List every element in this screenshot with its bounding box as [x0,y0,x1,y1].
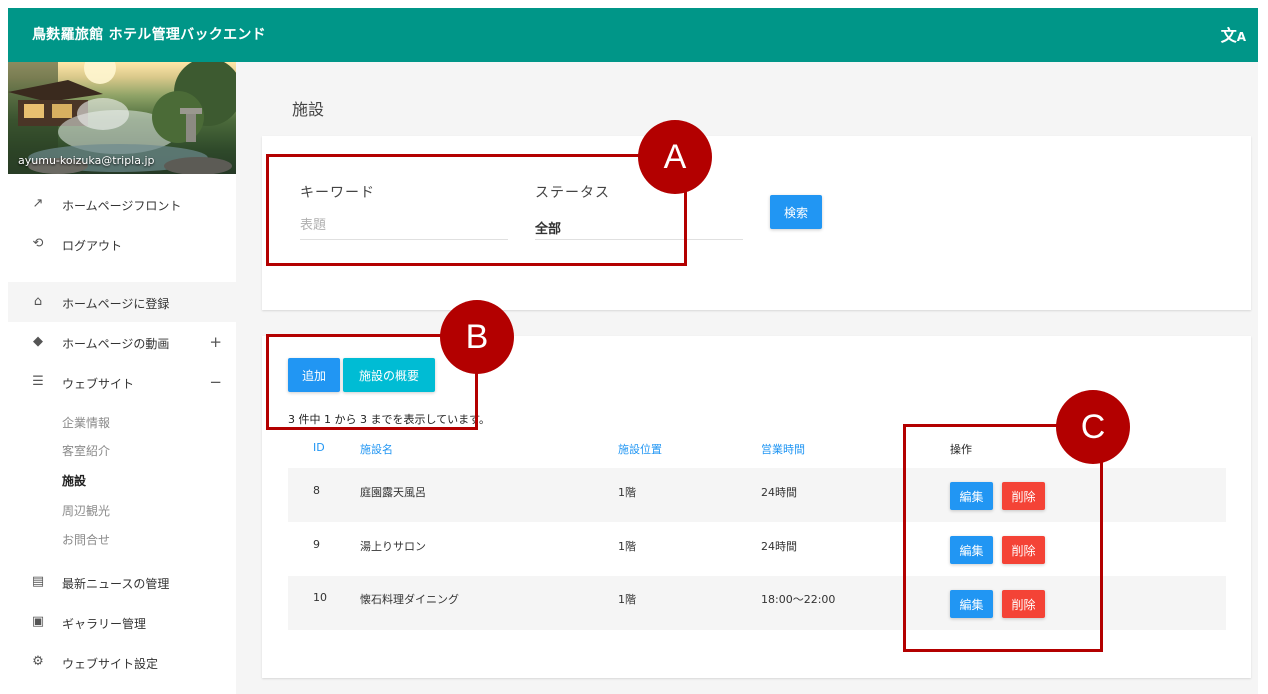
layers-icon: ◆ [33,334,43,349]
image-icon: ▣ [31,614,45,629]
nav-gallery[interactable]: ▣ ギャラリー管理 [8,602,236,642]
cell-name: 湯上りサロン [360,540,426,553]
nav-label: ホームページフロント [62,199,182,213]
cell-id: 10 [313,591,327,604]
nav-label: ログアウト [62,239,123,253]
cell-location: 1階 [618,593,636,606]
cell-id: 8 [313,484,320,497]
nav-homepage-register[interactable]: ⌂ ホームページに登録 [8,282,236,322]
subnav-facilities[interactable]: 施設 [62,472,86,489]
subnav-company[interactable]: 企業情報 [62,414,110,431]
nav-news[interactable]: ▤ 最新ニュースの管理 [8,562,236,602]
external-link-icon: ↗ [32,196,44,211]
column-header-location[interactable]: 施設位置 [618,441,662,457]
nav-label: ホームページの動画 [62,337,170,351]
cell-hours: 24時間 [761,540,797,553]
user-email: ayumu-koizuka@tripla.jp [18,154,155,167]
cell-hours: 24時間 [761,486,797,499]
nav-homepage-video[interactable]: ◆ ホームページの動画 + [8,322,236,362]
callout-badge-c: C [1056,390,1130,464]
news-icon: ▤ [31,574,45,589]
cell-hours: 18:00〜22:00 [761,593,836,606]
nav-label: ギャラリー管理 [62,617,147,631]
callout-badge-b: B [440,300,514,374]
history-icon: ⟲ [32,236,44,251]
subnav-contact[interactable]: お問合せ [62,531,110,548]
nav-logout[interactable]: ⟲ ログアウト [8,224,236,264]
cell-name: 懐石料理ダイニング [360,593,459,606]
subnav-rooms[interactable]: 客室紹介 [62,442,110,459]
cell-name: 庭園露天風呂 [360,486,426,499]
nav-label: ホームページに登録 [62,297,170,311]
app-window: 鳥麩羅旅館 ホテル管理バックエンド 文A ayumu-koizuka@tripl… [8,8,1258,694]
collapse-icon[interactable]: − [209,373,222,391]
list-icon: ☰ [32,374,44,389]
cell-location: 1階 [618,486,636,499]
gear-icon: ⚙ [32,654,44,669]
sidebar: ayumu-koizuka@tripla.jp ↗ ホームページフロント ⟲ ロ… [8,62,236,694]
home-icon: ⌂ [33,294,43,309]
profile-banner: ayumu-koizuka@tripla.jp [8,62,236,174]
callout-badge-a: A [638,120,712,194]
subnav-sightseeing[interactable]: 周辺観光 [62,502,110,519]
page-title: 施設 [292,100,325,119]
top-bar: 鳥麩羅旅館 ホテル管理バックエンド 文A [8,8,1258,62]
nav-label: ウェブサイト設定 [62,657,159,671]
nav-website-settings[interactable]: ⚙ ウェブサイト設定 [8,642,236,682]
app-title: 鳥麩羅旅館 ホテル管理バックエンド [32,27,266,43]
cell-location: 1階 [618,540,636,553]
column-header-hours[interactable]: 営業時間 [761,441,805,457]
column-header-name[interactable]: 施設名 [360,441,393,457]
expand-icon[interactable]: + [209,333,222,351]
nav-homepage-front[interactable]: ↗ ホームページフロント [8,184,236,224]
nav-label: 最新ニュースの管理 [62,577,170,591]
nav-label: ウェブサイト [62,377,135,391]
search-button[interactable]: 検索 [770,195,822,229]
cell-id: 9 [313,538,320,551]
column-header-id[interactable]: ID [313,441,325,454]
nav-website[interactable]: ☰ ウェブサイト − [8,362,236,402]
callout-box-a [266,154,687,266]
translate-icon[interactable]: 文A [1221,22,1246,46]
